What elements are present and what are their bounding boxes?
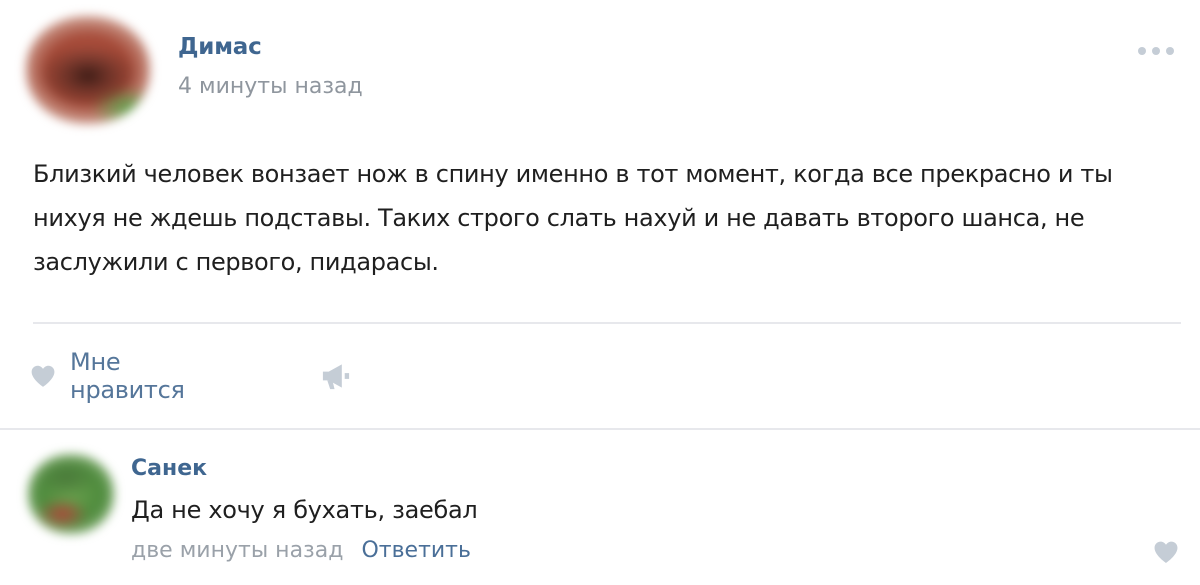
comment-text: Да не хочу я бухать, заебал xyxy=(131,496,478,524)
post-text: Близкий человек вонзает нож в спину имен… xyxy=(33,160,1113,276)
more-options-icon[interactable] xyxy=(1138,45,1182,57)
like-button[interactable]: Мне нравится xyxy=(30,348,195,404)
dot xyxy=(1152,47,1160,55)
post-timestamp[interactable]: 4 минуты назад xyxy=(178,74,363,99)
comment-timestamp[interactable]: две минуты назад xyxy=(131,538,343,563)
comment-meta: две минуты назад Ответить xyxy=(131,538,471,563)
wall-page: Димас 4 минуты назад Близкий человек вон… xyxy=(0,0,1200,585)
post-author-name[interactable]: Димас xyxy=(178,34,262,60)
post-author-avatar[interactable] xyxy=(26,16,150,124)
comment-author-avatar[interactable] xyxy=(28,454,114,534)
heart-icon xyxy=(31,365,55,387)
dot xyxy=(1138,47,1146,55)
post-divider xyxy=(33,322,1181,324)
wall-post: Димас 4 минуты назад Близкий человек вон… xyxy=(0,0,1200,428)
heart-icon[interactable] xyxy=(1152,540,1180,564)
dot xyxy=(1166,47,1174,55)
reply-button[interactable]: Ответить xyxy=(361,538,471,563)
comment-author-name[interactable]: Санек xyxy=(131,456,207,481)
megaphone-icon[interactable] xyxy=(318,360,354,392)
like-label: Мне нравится xyxy=(70,348,185,404)
comment-item: Санек Да не хочу я бухать, заебал две ми… xyxy=(0,430,1200,585)
